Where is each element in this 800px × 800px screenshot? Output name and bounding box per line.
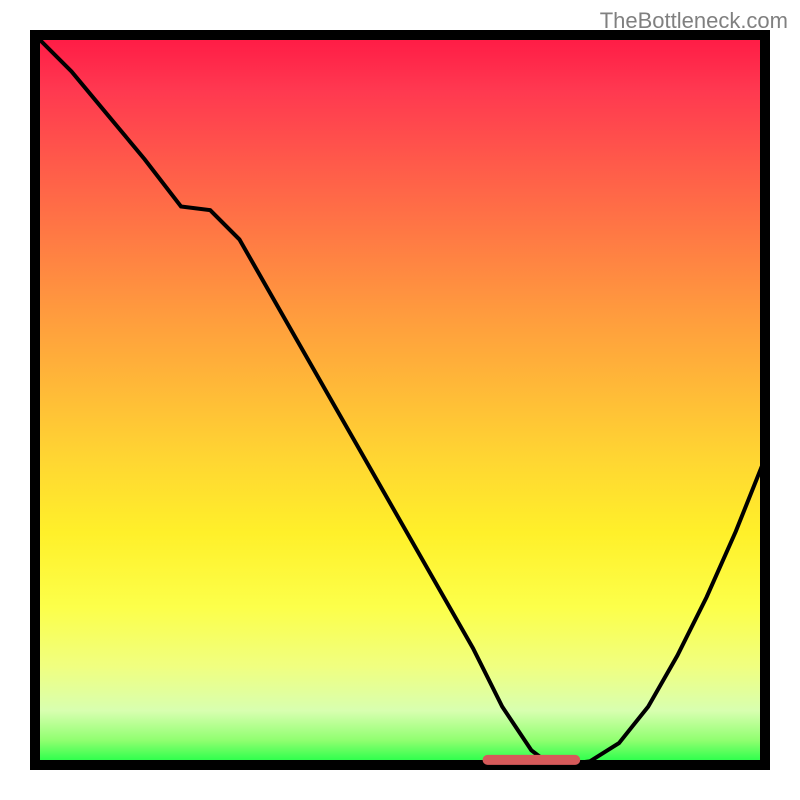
watermark-text: TheBottleneck.com (600, 8, 788, 34)
chart-container: TheBottleneck.com (0, 0, 800, 800)
chart-gradient-background (30, 30, 770, 770)
